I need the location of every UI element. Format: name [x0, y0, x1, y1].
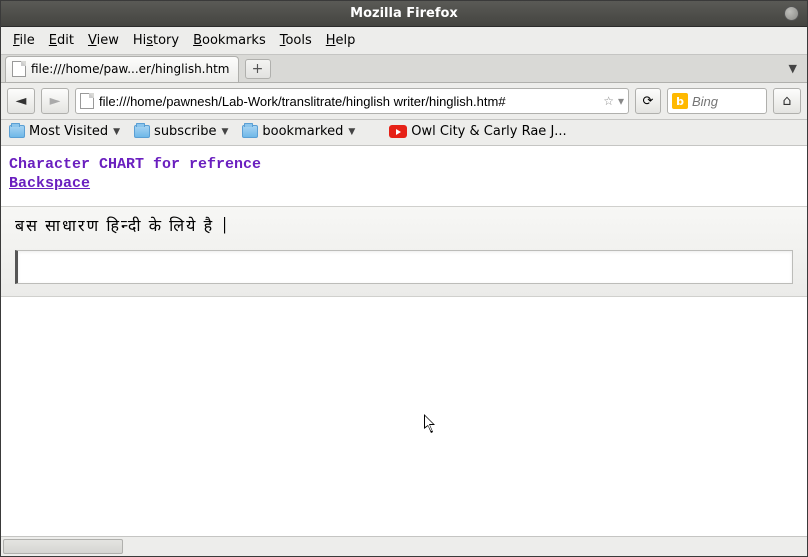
- menu-view[interactable]: View: [82, 31, 125, 50]
- bookmark-bookmarked[interactable]: bookmarked ▼: [242, 124, 355, 139]
- url-input[interactable]: [99, 94, 598, 109]
- bookmark-most-visited[interactable]: Most Visited ▼: [9, 124, 120, 139]
- menu-tools[interactable]: Tools: [274, 31, 318, 50]
- plus-icon: +: [252, 61, 264, 77]
- tab-active[interactable]: file:///home/paw...er/hinglish.htm: [5, 56, 239, 82]
- bookmark-label: bookmarked: [262, 124, 343, 139]
- folder-icon: [9, 125, 25, 138]
- bookmark-label: Owl City & Carly Rae J...: [411, 124, 566, 139]
- window-control-icon[interactable]: [784, 6, 799, 21]
- window-title: Mozilla Firefox: [350, 6, 458, 21]
- status-grip[interactable]: [3, 539, 123, 554]
- url-bar[interactable]: ☆ ▾: [75, 88, 629, 114]
- menu-edit[interactable]: Edit: [43, 31, 80, 50]
- reload-icon: ⟳: [643, 94, 654, 109]
- reload-button[interactable]: ⟳: [635, 88, 661, 114]
- home-icon: ⌂: [783, 93, 792, 109]
- mouse-cursor-icon: [424, 414, 438, 439]
- menu-file[interactable]: File: [7, 31, 41, 50]
- menu-help[interactable]: Help: [320, 31, 362, 50]
- chevron-down-icon: ▼: [348, 127, 355, 137]
- page-content: Character CHART for refrence Backspace ब…: [1, 146, 807, 536]
- back-icon: ◄: [16, 93, 27, 109]
- bookmark-video[interactable]: Owl City & Carly Rae J...: [389, 124, 566, 139]
- status-bar: [1, 536, 807, 556]
- character-chart-link[interactable]: Character CHART for refrence: [9, 156, 261, 173]
- search-box[interactable]: b: [667, 88, 767, 114]
- search-input[interactable]: [692, 94, 762, 109]
- bookmarks-toolbar: Most Visited ▼ subscribe ▼ bookmarked ▼ …: [1, 120, 807, 146]
- tab-label: file:///home/paw...er/hinglish.htm: [31, 62, 230, 76]
- menu-bookmarks[interactable]: Bookmarks: [187, 31, 272, 50]
- folder-icon: [242, 125, 258, 138]
- bookmark-subscribe[interactable]: subscribe ▼: [134, 124, 228, 139]
- chevron-down-icon: ▼: [221, 127, 228, 137]
- hindi-output-text: बस साधारण हिन्दी के लिये है |: [15, 217, 793, 238]
- chevron-down-icon: ▼: [113, 127, 120, 137]
- menu-history[interactable]: History: [127, 31, 185, 50]
- nav-toolbar: ◄ ► ☆ ▾ ⟳ b ⌂: [1, 83, 807, 120]
- transliteration-input[interactable]: [15, 250, 793, 284]
- bookmark-star-icon[interactable]: ☆: [603, 94, 614, 108]
- url-dropdown-icon[interactable]: ▾: [618, 94, 624, 108]
- home-button[interactable]: ⌂: [773, 88, 801, 114]
- forward-button[interactable]: ►: [41, 88, 69, 114]
- tab-bar: file:///home/paw...er/hinglish.htm + ▼: [1, 55, 807, 83]
- menubar: File Edit View History Bookmarks Tools H…: [1, 27, 807, 55]
- page-icon: [12, 61, 26, 77]
- bookmark-label: Most Visited: [29, 124, 108, 139]
- site-identity-icon[interactable]: [80, 93, 94, 109]
- folder-icon: [134, 125, 150, 138]
- forward-icon: ►: [50, 93, 61, 109]
- url-actions: ☆ ▾: [603, 94, 624, 108]
- youtube-icon: [389, 125, 407, 138]
- tabs-dropdown-icon[interactable]: ▼: [789, 62, 797, 75]
- bookmark-label: subscribe: [154, 124, 216, 139]
- bing-icon[interactable]: b: [672, 93, 688, 109]
- transliteration-panel: बस साधारण हिन्दी के लिये है |: [1, 206, 807, 297]
- back-button[interactable]: ◄: [7, 88, 35, 114]
- window-titlebar: Mozilla Firefox: [1, 1, 807, 27]
- backspace-link[interactable]: Backspace: [9, 175, 90, 192]
- new-tab-button[interactable]: +: [245, 59, 271, 79]
